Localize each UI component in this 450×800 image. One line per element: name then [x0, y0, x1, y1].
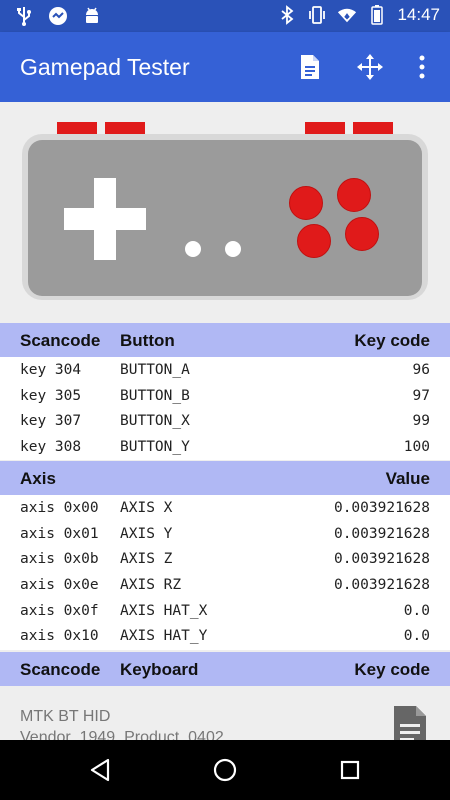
buttons-table: key 304 BUTTON_A 96 key 305 BUTTON_B 97 … — [0, 357, 450, 460]
navigation-bar — [0, 740, 450, 800]
status-time: 14:47 — [397, 5, 440, 24]
scancode-cell: key 304 — [20, 362, 82, 378]
scancode-cell: axis 0x0e — [20, 577, 99, 594]
axis-cell: AXIS HAT_Y — [120, 628, 208, 645]
left-bumper-1 — [105, 122, 145, 134]
value-cell: 0.003921628 — [333, 500, 430, 516]
header-button: Button — [120, 331, 175, 350]
wifi-icon — [337, 5, 357, 25]
left-bumper-2 — [57, 122, 97, 134]
table-row: key 304 BUTTON_A 96 — [0, 357, 450, 383]
app-title: Gamepad Tester — [20, 54, 190, 80]
axis-cell: AXIS Z — [120, 551, 173, 568]
button-cell: BUTTON_Y — [120, 439, 190, 456]
table-row: key 308 BUTTON_Y 100 — [0, 434, 450, 460]
android-icon — [82, 6, 102, 26]
table-row: key 305 BUTTON_B 97 — [0, 383, 450, 409]
table-row: axis 0x0e AXIS RZ 0.003921628 — [0, 572, 450, 598]
key-code-cell: 99 — [412, 413, 430, 430]
button-cell: BUTTON_A — [120, 362, 190, 378]
scancode-cell: key 307 — [20, 413, 82, 430]
dpad-vertical — [94, 178, 116, 260]
table-row: axis 0x0f AXIS HAT_X 0.0 — [0, 598, 450, 624]
button-cell: BUTTON_X — [120, 413, 190, 430]
scancode-cell: axis 0x0b — [20, 551, 99, 568]
face-button-right — [345, 217, 379, 251]
messenger-icon — [48, 6, 68, 26]
device-info: MTK BT HID Vendor_1949_Product_0402 — [0, 686, 450, 740]
value-cell: 0.003921628 — [333, 551, 430, 568]
bluetooth-icon — [277, 5, 297, 25]
keyboard-table-header: Scancode Keyboard Key code — [0, 652, 450, 686]
back-icon[interactable] — [86, 756, 114, 784]
button-cell: BUTTON_B — [120, 387, 190, 404]
key-code-cell: 97 — [412, 387, 430, 404]
header-value: Value — [385, 469, 430, 488]
table-row: axis 0x0b AXIS Z 0.003921628 — [0, 546, 450, 572]
scancode-cell: key 305 — [20, 387, 82, 404]
start-button — [225, 241, 241, 257]
device-name: MTK BT HID — [20, 708, 111, 725]
face-button-left — [289, 186, 323, 220]
scancode-cell: axis 0x0f — [20, 602, 99, 619]
usb-icon — [14, 6, 34, 26]
axis-cell: AXIS HAT_X — [120, 602, 208, 619]
face-button-bottom — [297, 224, 331, 258]
value-cell: 0.003921628 — [333, 577, 430, 594]
device-details-icon[interactable] — [392, 704, 428, 740]
gamepad-visual — [0, 102, 450, 324]
value-cell: 0.003921628 — [333, 525, 430, 542]
axis-cell: AXIS Y — [120, 525, 173, 542]
axis-table: axis 0x00 AXIS X 0.003921628 axis 0x01 A… — [0, 495, 450, 650]
overflow-menu-icon[interactable] — [406, 51, 438, 83]
table-row: axis 0x00 AXIS X 0.003921628 — [0, 495, 450, 521]
header-axis: Axis — [20, 469, 56, 488]
device-ids: Vendor_1949_Product_0402 — [20, 729, 224, 740]
face-button-top — [337, 178, 371, 212]
right-bumper-1 — [305, 122, 345, 134]
app-bar: Gamepad Tester — [0, 32, 450, 102]
header-key-code: Key code — [354, 660, 430, 679]
status-bar: 14:47 — [0, 0, 450, 32]
table-row: axis 0x01 AXIS Y 0.003921628 — [0, 521, 450, 547]
scancode-cell: axis 0x00 — [20, 500, 99, 516]
scancode-cell: axis 0x01 — [20, 525, 99, 542]
home-icon[interactable] — [211, 756, 239, 784]
axis-cell: AXIS X — [120, 500, 173, 516]
key-code-cell: 96 — [412, 362, 430, 378]
document-icon[interactable] — [294, 51, 326, 83]
header-scancode: Scancode — [20, 660, 101, 679]
scancode-cell: key 308 — [20, 439, 82, 456]
axis-cell: AXIS RZ — [120, 577, 182, 594]
axis-table-header: Axis Value — [0, 461, 450, 495]
value-cell: 0.0 — [403, 602, 430, 619]
move-icon[interactable] — [354, 51, 386, 83]
header-keyboard: Keyboard — [120, 660, 199, 679]
header-scancode: Scancode — [20, 331, 101, 350]
header-key-code: Key code — [354, 331, 430, 350]
vibrate-icon — [307, 5, 327, 25]
right-bumper-2 — [353, 122, 393, 134]
buttons-table-header: Scancode Button Key code — [0, 323, 450, 357]
key-code-cell: 100 — [403, 439, 430, 456]
scancode-cell: axis 0x10 — [20, 628, 99, 645]
recents-icon[interactable] — [336, 756, 364, 784]
battery-icon — [367, 5, 387, 25]
value-cell: 0.0 — [403, 628, 430, 645]
table-row: key 307 BUTTON_X 99 — [0, 408, 450, 434]
table-row: axis 0x10 AXIS HAT_Y 0.0 — [0, 623, 450, 649]
select-button — [185, 241, 201, 257]
